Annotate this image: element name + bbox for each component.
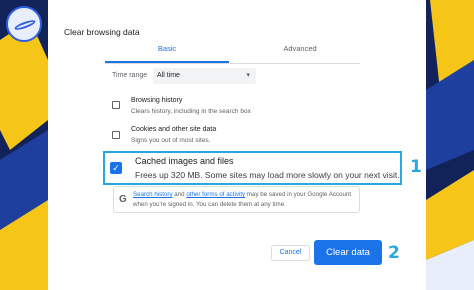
option-title: Cookies and other site data [131, 126, 217, 133]
google-icon: G [119, 194, 127, 205]
site-logo [6, 6, 42, 42]
time-range-select[interactable]: All time ▾ [153, 68, 256, 84]
info-and: and [172, 191, 187, 198]
browsing-history-checkbox[interactable] [112, 101, 120, 109]
time-range-label: Time range [112, 72, 148, 79]
option-title: Browsing history [131, 97, 183, 104]
time-range-value: All time [157, 72, 180, 79]
tab-divider [105, 63, 360, 64]
option-subtitle: Frees up 320 MB. Some sites may load mor… [135, 170, 400, 180]
cancel-button[interactable]: Cancel [271, 245, 310, 261]
tab-basic[interactable]: Basic [105, 44, 229, 61]
cached-images-checkbox[interactable]: ✓ [110, 162, 122, 174]
step-number-1: 1 [410, 157, 422, 177]
option-title: Cached images and files [135, 156, 234, 166]
option-subtitle: Signs you out of most sites. [131, 137, 211, 144]
dialog-title: Clear browsing data [64, 27, 140, 37]
info-text: Search history and other forms of activi… [133, 190, 355, 210]
option-subtitle: Clears history, including in the search … [131, 108, 251, 115]
search-history-link[interactable]: Search history [133, 191, 173, 198]
cookies-checkbox[interactable] [112, 131, 120, 139]
other-activity-link[interactable]: other forms of activity [186, 191, 245, 198]
tab-advanced[interactable]: Advanced [238, 44, 362, 61]
chevron-down-icon: ▾ [246, 72, 250, 79]
clear-data-button[interactable]: Clear data [314, 240, 382, 265]
step-number-2: 2 [388, 243, 400, 263]
